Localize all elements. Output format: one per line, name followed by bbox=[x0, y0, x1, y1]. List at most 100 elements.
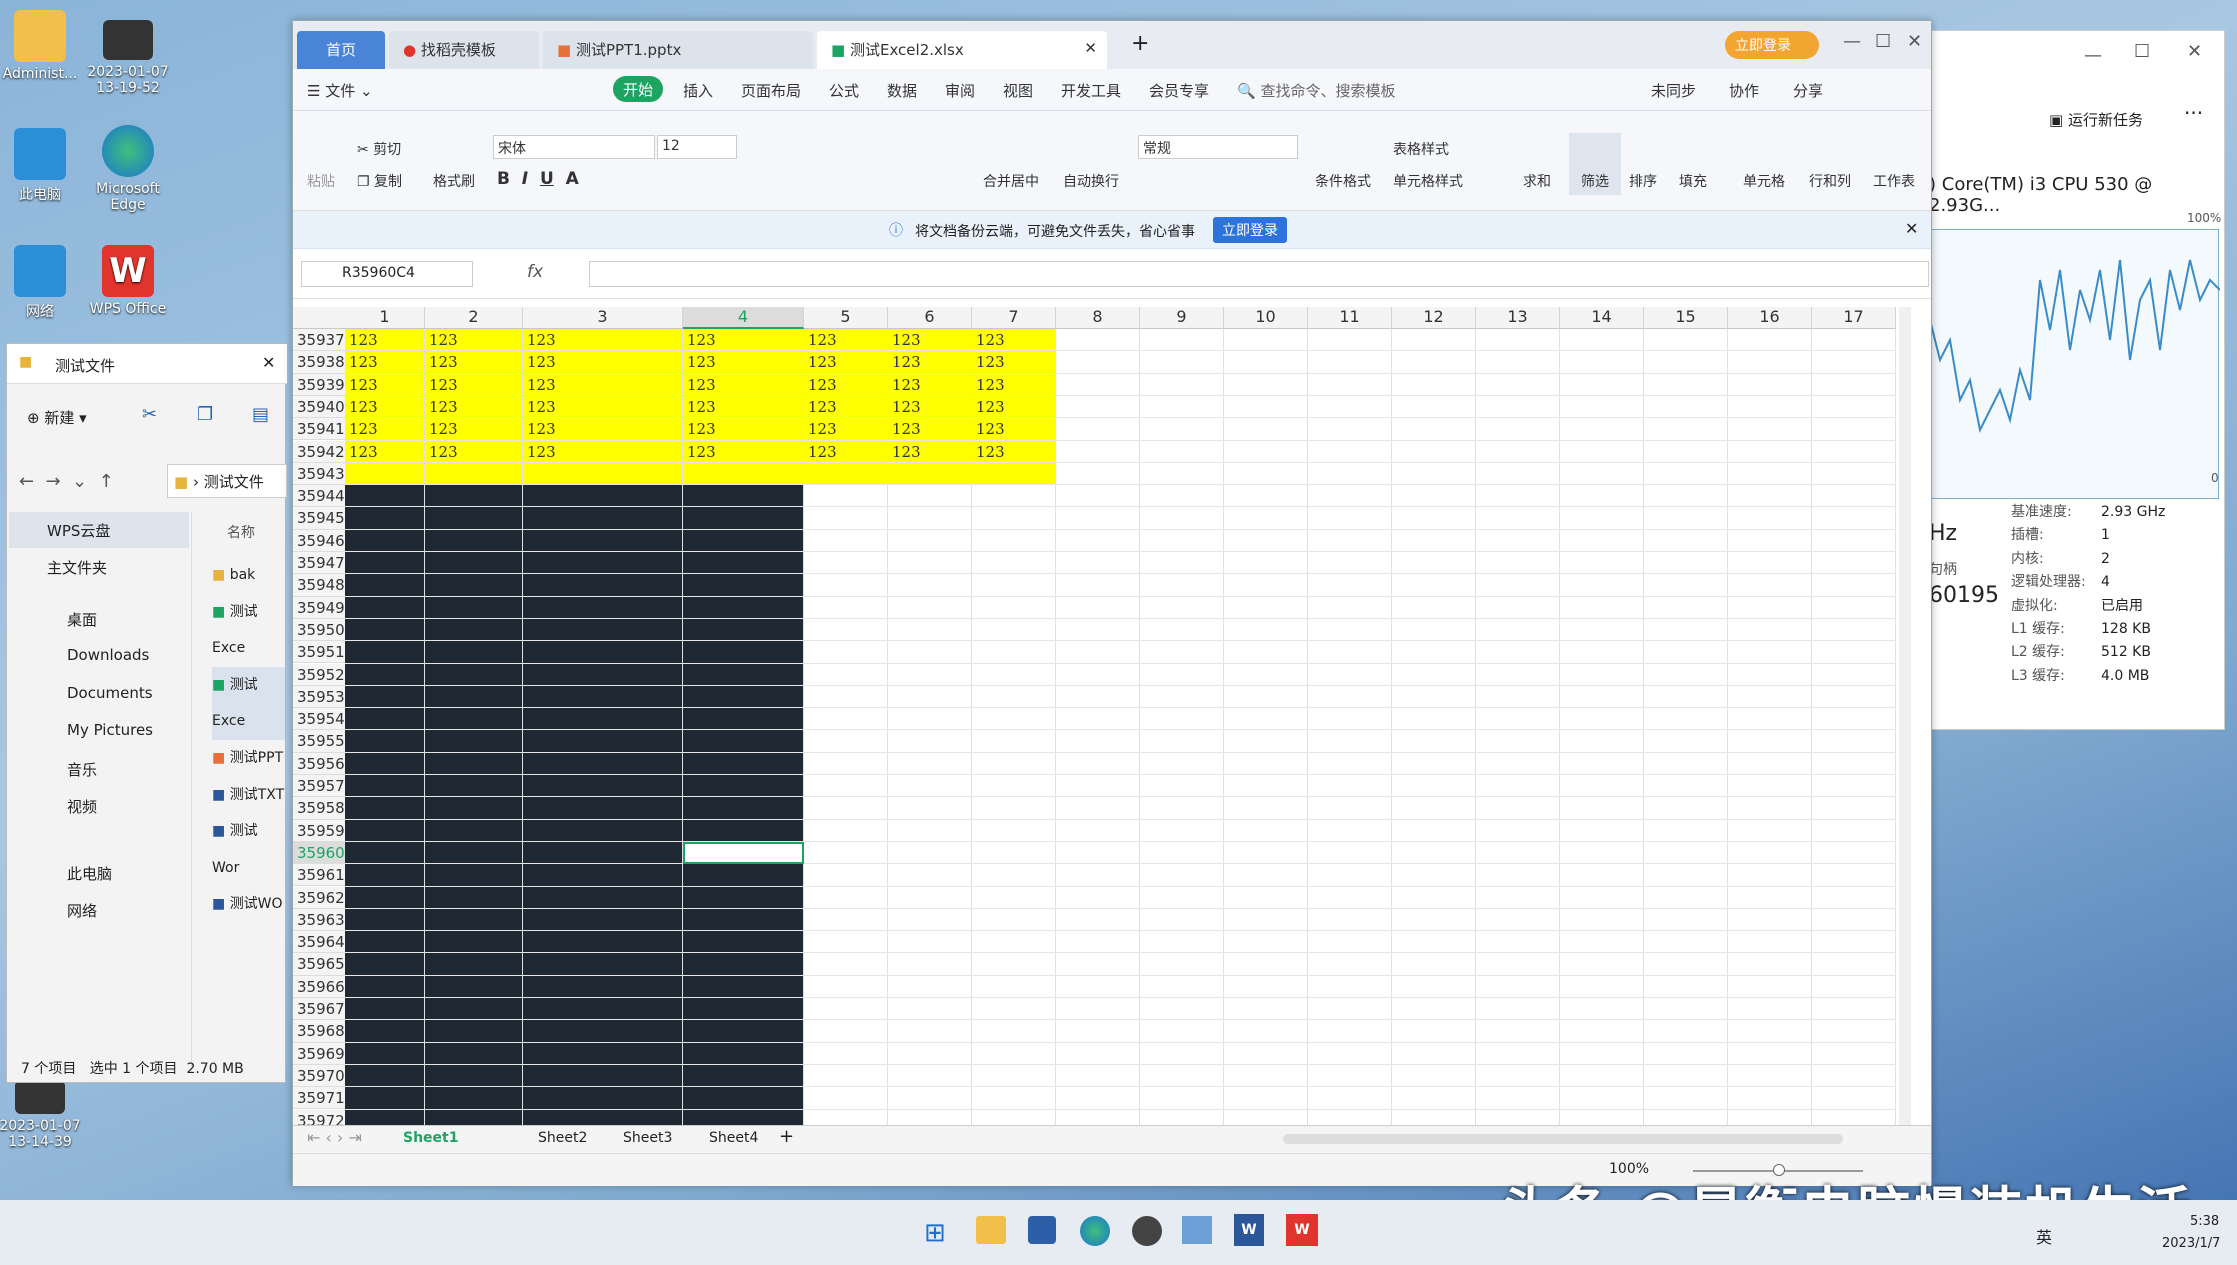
fx-icon[interactable]: fx bbox=[527, 262, 543, 282]
copy-icon[interactable]: ❐ bbox=[197, 404, 213, 425]
cell[interactable]: 123 bbox=[892, 441, 921, 463]
cell[interactable]: 123 bbox=[349, 329, 378, 351]
format-painter-button[interactable]: 格式刷 bbox=[433, 171, 475, 191]
cell[interactable]: 123 bbox=[349, 441, 378, 463]
row-header[interactable]: 35965 bbox=[293, 953, 345, 976]
nav-item-network[interactable]: 网络 bbox=[67, 900, 97, 921]
cell[interactable]: 123 bbox=[527, 418, 556, 440]
copy-button[interactable]: ❐ 复制 bbox=[357, 171, 402, 191]
row-header[interactable]: 35943 bbox=[293, 462, 345, 486]
cell[interactable]: 123 bbox=[527, 396, 556, 418]
sync-status[interactable]: 未同步 bbox=[1651, 80, 1696, 101]
nav-item-downloads[interactable]: Downloads bbox=[67, 646, 149, 664]
cell[interactable]: 123 bbox=[527, 351, 556, 373]
column-header[interactable]: 3 bbox=[523, 307, 683, 329]
cell[interactable]: 123 bbox=[527, 329, 556, 351]
cell[interactable]: 123 bbox=[349, 374, 378, 396]
name-box[interactable]: R35960C4 bbox=[301, 261, 473, 287]
menu-pagelayout[interactable]: 页面布局 bbox=[741, 80, 801, 101]
row-header[interactable]: 35941 bbox=[293, 418, 345, 441]
ime-indicator[interactable]: 英 bbox=[2036, 1224, 2052, 1248]
column-header[interactable]: 7 bbox=[972, 307, 1056, 329]
wrap-button[interactable]: 自动换行 bbox=[1063, 171, 1119, 191]
worksheet-button[interactable]: 工作表 bbox=[1873, 171, 1915, 191]
add-sheet-icon[interactable]: + bbox=[779, 1126, 794, 1147]
menu-insert[interactable]: 插入 bbox=[683, 80, 713, 101]
row-header[interactable]: 35953 bbox=[293, 685, 345, 709]
row-header[interactable]: 35939 bbox=[293, 373, 345, 396]
sheet-grid[interactable]: 1 2 3 4 5 6 7 8 9 10 11 12 13 14 15 16 17 35937 123 123 123 1… bbox=[293, 307, 1913, 1147]
file-item[interactable]: ■ bak bbox=[212, 557, 285, 594]
address-bar[interactable]: ■ › 测试文件 bbox=[167, 464, 287, 498]
nav-item-music[interactable]: 音乐 bbox=[67, 759, 97, 780]
sheet-tab-3[interactable]: Sheet3 bbox=[623, 1130, 672, 1146]
desktop-icon-wps[interactable]: W WPS Office bbox=[73, 245, 183, 317]
file-item[interactable]: ■ 测试TXT bbox=[212, 777, 285, 814]
cut-icon[interactable]: ✂ bbox=[142, 404, 157, 425]
cell-button[interactable]: 单元格 bbox=[1743, 171, 1785, 191]
close-icon[interactable]: ✕ bbox=[2187, 41, 2202, 62]
cell[interactable]: 123 bbox=[808, 441, 837, 463]
sum-button[interactable]: 求和 bbox=[1523, 171, 1551, 191]
font-size-select[interactable]: 12 bbox=[657, 135, 737, 159]
maximize-icon[interactable]: ☐ bbox=[2134, 41, 2150, 62]
login-button[interactable]: 立即登录 bbox=[1725, 31, 1819, 59]
minimize-icon[interactable]: — bbox=[2084, 45, 2102, 66]
app-icon[interactable] bbox=[1132, 1216, 1162, 1246]
desktop-icon-video1[interactable]: 2023-01-07 13-19-52 bbox=[73, 20, 183, 96]
cell[interactable]: 123 bbox=[349, 351, 378, 373]
column-header[interactable]: 8 bbox=[1056, 307, 1140, 329]
nav-item-documents[interactable]: Documents bbox=[67, 684, 153, 702]
nav-item-wps-cloud[interactable]: WPS云盘 bbox=[47, 520, 110, 541]
cell[interactable]: 123 bbox=[527, 374, 556, 396]
sort-button[interactable]: 排序 bbox=[1629, 171, 1657, 191]
row-header[interactable]: 35948 bbox=[293, 574, 345, 597]
vertical-scrollbar[interactable] bbox=[1899, 307, 1911, 1147]
paste-icon[interactable]: ▤ bbox=[252, 404, 269, 425]
cell[interactable]: 123 bbox=[429, 351, 458, 373]
row-header[interactable]: 35945 bbox=[293, 507, 345, 530]
column-header[interactable]: 12 bbox=[1392, 307, 1476, 329]
row-header[interactable]: 35940 bbox=[293, 395, 345, 419]
filter-button[interactable]: 筛选 bbox=[1569, 133, 1621, 195]
cell-style-button[interactable]: 单元格样式 bbox=[1393, 171, 1463, 191]
nav-item-pictures[interactable]: My Pictures bbox=[67, 721, 153, 739]
cell[interactable]: 123 bbox=[892, 351, 921, 373]
tab-ppt[interactable]: ■ 测试PPT1.pptx bbox=[543, 31, 813, 69]
cell[interactable]: 123 bbox=[976, 396, 1005, 418]
explorer-icon[interactable] bbox=[976, 1216, 1006, 1244]
menu-start[interactable]: 开始 bbox=[613, 76, 663, 102]
cell[interactable]: 123 bbox=[808, 418, 837, 440]
row-header[interactable]: 35961 bbox=[293, 864, 345, 887]
start-icon[interactable]: ⊞ bbox=[924, 1218, 946, 1248]
column-header[interactable]: 9 bbox=[1140, 307, 1224, 329]
formula-input[interactable] bbox=[589, 261, 1929, 287]
cell[interactable]: 123 bbox=[808, 329, 837, 351]
column-header[interactable]: 16 bbox=[1728, 307, 1812, 329]
cell[interactable]: 123 bbox=[976, 418, 1005, 440]
menu-review[interactable]: 审阅 bbox=[945, 80, 975, 101]
row-header[interactable]: 35938 bbox=[293, 351, 345, 374]
paste-button[interactable]: 粘贴 bbox=[307, 171, 335, 191]
close-icon[interactable]: ✕ bbox=[1905, 219, 1918, 238]
maximize-icon[interactable]: ☐ bbox=[1875, 31, 1891, 52]
column-header[interactable]: 2 bbox=[425, 307, 523, 329]
cell[interactable]: 123 bbox=[429, 418, 458, 440]
row-header[interactable]: 35960 bbox=[293, 841, 345, 865]
sheet-nav-arrows[interactable]: ⇤ ‹ › ⇥ bbox=[307, 1128, 362, 1147]
tab-templates[interactable]: ● 找稻壳模板 bbox=[389, 31, 539, 69]
file-item[interactable]: ■ 测试WO bbox=[212, 886, 285, 923]
cell[interactable]: 123 bbox=[687, 441, 716, 463]
wps-icon[interactable]: W bbox=[1286, 1214, 1318, 1246]
cell[interactable]: 123 bbox=[687, 351, 716, 373]
selected-cell[interactable] bbox=[683, 841, 804, 865]
share-button[interactable]: 分享 bbox=[1793, 80, 1823, 101]
collaborate-button[interactable]: 协作 bbox=[1729, 80, 1759, 101]
cell[interactable]: 123 bbox=[349, 396, 378, 418]
cell[interactable]: 123 bbox=[687, 374, 716, 396]
cell[interactable]: 123 bbox=[429, 396, 458, 418]
menu-formula[interactable]: 公式 bbox=[829, 80, 859, 101]
row-header[interactable]: 35966 bbox=[293, 975, 345, 998]
cond-format-button[interactable]: 条件格式 bbox=[1315, 171, 1371, 191]
fill-button[interactable]: 填充 bbox=[1679, 171, 1707, 191]
